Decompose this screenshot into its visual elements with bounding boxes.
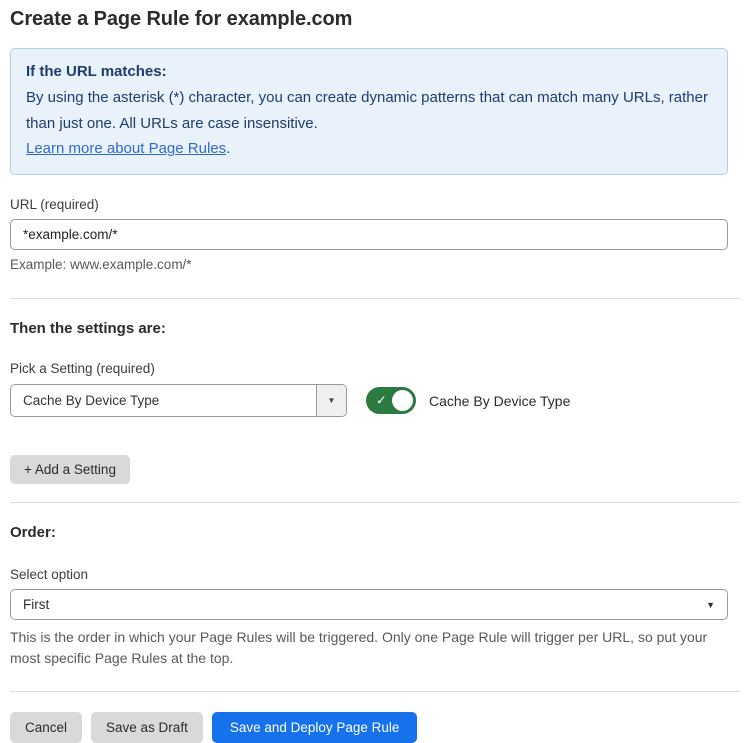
link-suffix: . bbox=[226, 140, 230, 157]
cancel-button[interactable]: Cancel bbox=[10, 712, 82, 743]
add-setting-button[interactable]: + Add a Setting bbox=[10, 455, 130, 484]
divider bbox=[10, 691, 740, 692]
save-and-deploy-button[interactable]: Save and Deploy Page Rule bbox=[212, 712, 418, 743]
url-example-hint: Example: www.example.com/* bbox=[10, 257, 740, 272]
info-box-body: By using the asterisk (*) character, you… bbox=[26, 85, 712, 137]
order-select-value: First bbox=[23, 597, 49, 612]
order-help-text: This is the order in which your Page Rul… bbox=[10, 627, 736, 670]
pick-setting-label: Pick a Setting (required) bbox=[10, 361, 740, 376]
url-matches-info-box: If the URL matches: By using the asteris… bbox=[10, 48, 728, 175]
save-as-draft-button[interactable]: Save as Draft bbox=[91, 712, 203, 743]
url-label: URL (required) bbox=[10, 197, 740, 212]
page-title: Create a Page Rule for example.com bbox=[10, 8, 740, 31]
setting-toggle-label: Cache By Device Type bbox=[429, 393, 570, 409]
settings-section-heading: Then the settings are: bbox=[10, 320, 740, 337]
setting-row: Cache By Device Type ▼ ✓ Cache By Device… bbox=[10, 384, 740, 417]
info-box-link-line: Learn more about Page Rules. bbox=[26, 136, 712, 162]
chevron-down-icon[interactable]: ▼ bbox=[316, 385, 346, 416]
order-section-heading: Order: bbox=[10, 524, 740, 541]
divider bbox=[10, 502, 740, 503]
toggle-knob bbox=[392, 390, 413, 411]
divider bbox=[10, 298, 740, 299]
order-select[interactable]: First ▼ bbox=[10, 589, 728, 620]
setting-picker-value: Cache By Device Type bbox=[11, 385, 316, 416]
learn-more-link[interactable]: Learn more about Page Rules bbox=[26, 140, 226, 157]
caret-down-icon: ▼ bbox=[706, 600, 715, 610]
footer-actions: Cancel Save as Draft Save and Deploy Pag… bbox=[10, 712, 740, 743]
info-box-text: By using the asterisk (*) character, you… bbox=[26, 89, 708, 132]
setting-toggle[interactable]: ✓ bbox=[366, 387, 416, 414]
url-input[interactable] bbox=[10, 219, 728, 250]
setting-picker-dropdown[interactable]: Cache By Device Type ▼ bbox=[10, 384, 347, 417]
create-page-rule-form: Create a Page Rule for example.com If th… bbox=[0, 0, 750, 743]
check-icon: ✓ bbox=[376, 392, 387, 408]
select-option-label: Select option bbox=[10, 567, 740, 582]
info-box-heading: If the URL matches: bbox=[26, 59, 712, 85]
